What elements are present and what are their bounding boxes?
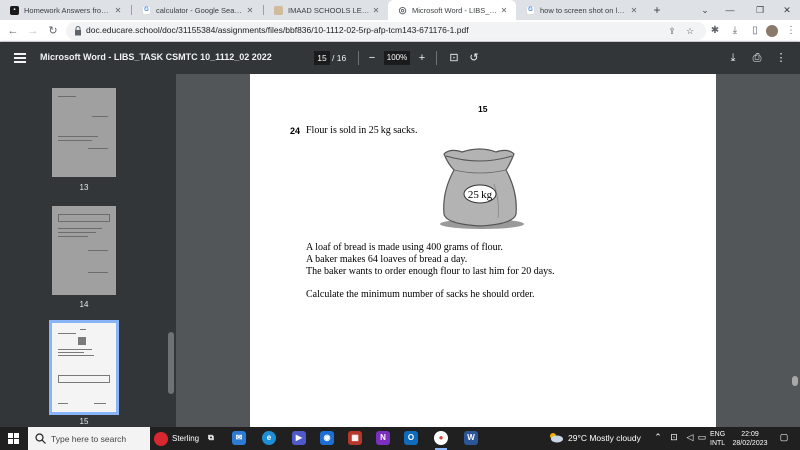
browser-toolbar: ← → ↻ doc.educare.school/doc/31155384/as…: [0, 20, 800, 42]
volume-icon[interactable]: ◁: [684, 432, 696, 443]
thumbnail-sidebar: 13 14 15: [0, 74, 176, 427]
question-text: Flour is sold in 25 kg sacks.: [306, 125, 418, 136]
reload-icon[interactable]: ↻: [46, 24, 60, 38]
close-icon[interactable]: ✕: [628, 6, 640, 15]
back-icon[interactable]: ←: [6, 24, 20, 38]
bookmark-star-icon[interactable]: ☆: [684, 25, 696, 37]
page-count: / 16: [332, 53, 347, 63]
paragraph-line: A baker makes 64 loaves of bread a day.: [306, 254, 468, 265]
thumbnail-label: 14: [79, 300, 89, 309]
sack-label: 25 kg: [468, 189, 493, 201]
close-icon[interactable]: ✕: [244, 6, 256, 15]
question-number: 24: [290, 126, 301, 136]
sidebar-scrollbar-thumb[interactable]: [168, 332, 174, 394]
side-panel-icon[interactable]: ▯: [748, 24, 762, 38]
tab-strip: ▪ Homework Answers from Su ✕ G calculato…: [0, 0, 800, 20]
paragraph-line: The baker wants to order enough flour to…: [306, 266, 555, 277]
page-number: 15: [478, 104, 488, 114]
thumbnail-page-13[interactable]: [52, 88, 116, 177]
url-text: doc.educare.school/doc/31155384/assignme…: [86, 25, 469, 35]
download-icon[interactable]: ⤓: [726, 51, 740, 65]
new-tab-button[interactable]: +: [650, 3, 664, 17]
onenote-icon[interactable]: N: [376, 431, 390, 445]
task-view-icon[interactable]: ⧉: [204, 431, 218, 445]
close-window-button[interactable]: ✕: [772, 0, 800, 20]
news-widget[interactable]: Sterling: [154, 431, 199, 446]
more-options-icon[interactable]: ⋮: [774, 51, 788, 65]
viewer-scrollbar[interactable]: [790, 74, 800, 427]
taskbar-search[interactable]: Type here to search: [28, 427, 150, 450]
print-icon[interactable]: ⎙: [750, 51, 764, 65]
battery-icon[interactable]: ▭: [696, 432, 708, 443]
search-placeholder: Type here to search: [51, 434, 127, 444]
taskbar: Type here to search Sterling ⧉ ✉ e ▶ ◉ ▦…: [0, 427, 800, 450]
hamburger-menu-icon[interactable]: [14, 53, 26, 63]
close-icon[interactable]: ✕: [370, 6, 382, 15]
fit-page-icon[interactable]: ⊡: [447, 51, 461, 65]
mail-icon[interactable]: ✉: [232, 431, 246, 445]
avatar[interactable]: [766, 25, 778, 37]
download-icon[interactable]: ⤓: [728, 24, 742, 38]
teams-icon[interactable]: ▶: [292, 431, 306, 445]
share-icon[interactable]: ⇪: [666, 25, 678, 37]
extensions-icon[interactable]: ✱: [708, 24, 722, 38]
close-icon[interactable]: ✕: [498, 6, 510, 15]
weather-widget[interactable]: 29°C Mostly cloudy: [548, 432, 641, 443]
google-icon: G: [526, 5, 535, 15]
page-number-input[interactable]: 15: [314, 51, 330, 65]
minimize-button[interactable]: —: [715, 0, 745, 20]
edge-icon[interactable]: e: [262, 431, 276, 445]
thumbnail-page-15[interactable]: [49, 320, 119, 415]
close-icon[interactable]: ✕: [112, 6, 124, 15]
tab-homework[interactable]: ▪ Homework Answers from Su ✕: [0, 0, 130, 20]
search-icon: [35, 433, 46, 444]
word-icon[interactable]: W: [464, 431, 478, 445]
pdf-toolbar: Microsoft Word - LIBS_TASK CSMTC 10_1112…: [0, 42, 800, 74]
thumbnail-label: 15: [79, 417, 89, 426]
zoom-icon[interactable]: ◉: [320, 431, 334, 445]
thumbnail-label: 13: [79, 183, 89, 192]
instruction-line: Calculate the minimum number of sacks he…: [306, 289, 535, 300]
language-indicator[interactable]: ENG INTL: [710, 430, 725, 448]
address-bar[interactable]: doc.educare.school/doc/31155384/assignme…: [66, 22, 706, 40]
app-icon[interactable]: ▦: [348, 431, 362, 445]
windows-start-icon[interactable]: [8, 433, 19, 444]
network-icon[interactable]: ⊡: [668, 432, 680, 443]
tab-screenshot-search[interactable]: G how to screen shot on lapto ✕: [516, 0, 646, 20]
cloud-icon: [550, 433, 563, 443]
flour-sack-illustration: 25 kg: [440, 148, 524, 229]
zoom-input[interactable]: 100%: [384, 51, 410, 65]
viewer-scrollbar-thumb[interactable]: [792, 376, 798, 386]
google-icon: G: [142, 5, 151, 15]
globe-icon: ◎: [398, 4, 407, 15]
thumbnail-page-14[interactable]: [52, 206, 116, 295]
rotate-icon[interactable]: ↺: [467, 51, 481, 65]
tab-msword-pdf[interactable]: ◎ Microsoft Word - LIBS_TASK ✕: [388, 0, 516, 20]
bookmark-icon: ▪: [10, 5, 19, 15]
lock-icon: [75, 26, 81, 36]
zoom-out-icon[interactable]: −: [365, 51, 379, 65]
forward-icon[interactable]: →: [26, 24, 40, 38]
menu-icon[interactable]: ⋮: [784, 24, 798, 38]
paragraph-line: A loaf of bread is made using 400 grams …: [306, 242, 503, 253]
chrome-icon[interactable]: ●: [434, 431, 448, 445]
tab-imaad[interactable]: IMAAD SCHOOLS LEKKI | My ✕: [264, 0, 388, 20]
outlook-icon[interactable]: O: [404, 431, 418, 445]
tab-calculator[interactable]: G calculator - Google Search ✕: [132, 0, 262, 20]
document-title: Microsoft Word - LIBS_TASK CSMTC 10_1112…: [40, 52, 272, 62]
show-hidden-icons-icon[interactable]: ⌃: [652, 432, 664, 443]
school-icon: [274, 5, 283, 15]
notification-icon[interactable]: ▢: [778, 432, 790, 444]
clock[interactable]: 22:09 28/02/2023: [730, 430, 770, 448]
restore-button[interactable]: ❐: [745, 0, 775, 20]
pdf-viewer: 15 24 Flour is sold in 25 kg sacks. 25 k…: [176, 74, 800, 427]
zoom-in-icon[interactable]: +: [415, 51, 429, 65]
pdf-page: 15 24 Flour is sold in 25 kg sacks. 25 k…: [250, 74, 716, 427]
news-icon: [154, 431, 168, 446]
